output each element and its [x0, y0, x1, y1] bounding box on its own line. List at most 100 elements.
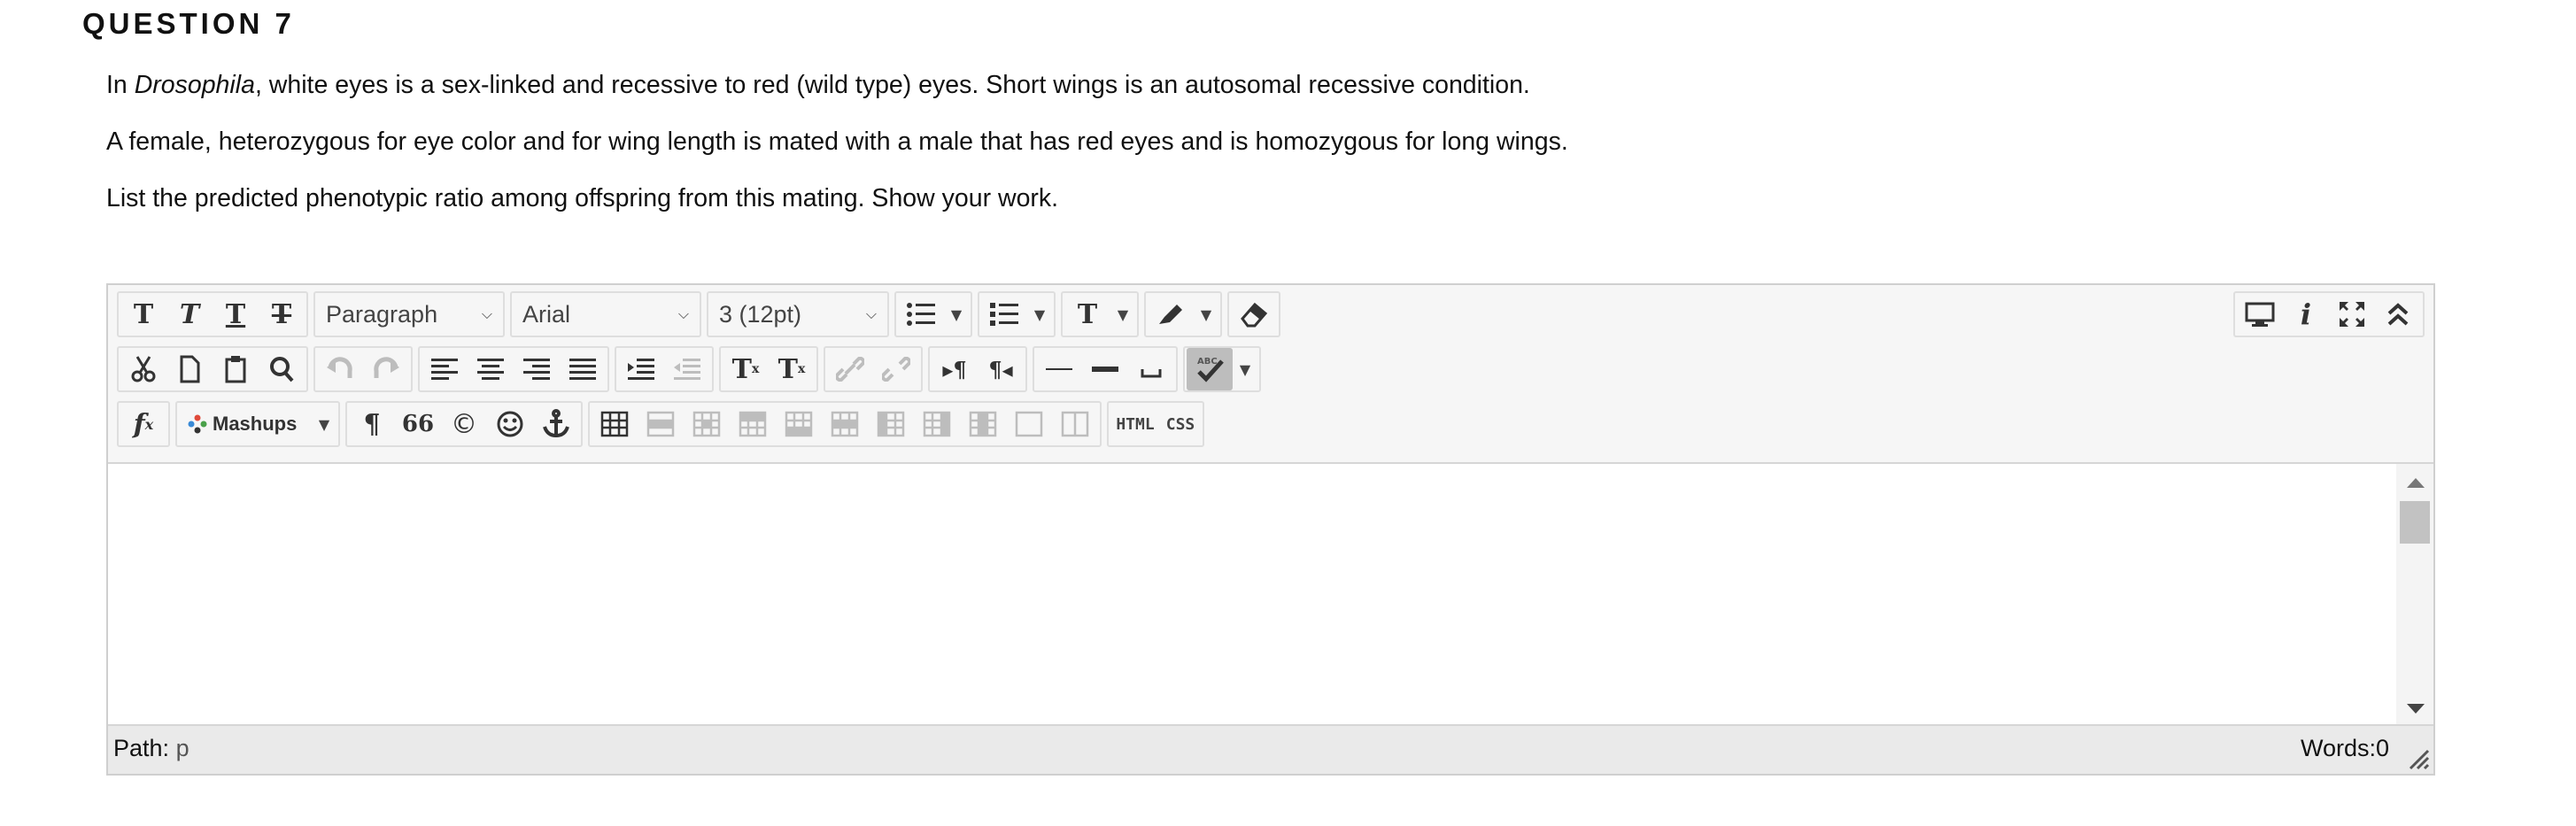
superscript-icon: T [731, 353, 752, 385]
nonbreaking-space-button[interactable] [1128, 348, 1174, 390]
split-cells-button[interactable] [1006, 403, 1052, 445]
numbered-list-options[interactable]: ▼ [1027, 293, 1052, 336]
copyright-icon: © [451, 408, 477, 440]
justify-button[interactable] [560, 348, 606, 390]
anchor-button[interactable] [533, 403, 579, 445]
css-button[interactable]: CSS [1160, 403, 1201, 445]
scroll-thumb[interactable] [2400, 501, 2430, 544]
remove-link-button[interactable] [873, 348, 919, 390]
table-row-props-button[interactable] [638, 403, 684, 445]
underline-button[interactable]: T [213, 293, 259, 336]
merge-cells-button[interactable] [1052, 403, 1098, 445]
numbered-list-button[interactable] [981, 293, 1027, 336]
path-label: Path: [113, 735, 170, 761]
caret-down-icon: ▼ [1239, 360, 1251, 378]
insert-row-before-button[interactable] [730, 403, 776, 445]
insert-row-after-icon [785, 411, 813, 437]
font-family-select[interactable]: Arial ⌵ [510, 291, 701, 337]
find-button[interactable] [259, 348, 305, 390]
align-left-button[interactable] [422, 348, 468, 390]
align-center-icon [477, 359, 504, 380]
thick-rule-button[interactable] [1082, 348, 1128, 390]
element-path: Path: p [113, 735, 190, 762]
align-justify-icon [569, 359, 596, 380]
italic-button[interactable]: T [166, 293, 213, 336]
resize-grip-icon[interactable] [2407, 747, 2430, 770]
superscript-button[interactable]: Tx [723, 348, 769, 390]
highlight-group: ▼ [1144, 291, 1222, 337]
math-editor-button[interactable]: fx [120, 403, 166, 445]
ltr-button[interactable]: ▸¶ [932, 348, 978, 390]
mashups-options[interactable]: ▼ [312, 403, 337, 445]
subscript-button[interactable]: Tx [769, 348, 815, 390]
spellcheck-group: ABC ▼ [1183, 346, 1261, 392]
font-size-select[interactable]: 3 (12pt) ⌵ [707, 291, 889, 337]
spellcheck-options[interactable]: ▼ [1233, 348, 1257, 390]
search-icon [270, 357, 294, 382]
paste-button[interactable] [213, 348, 259, 390]
info-icon: i [2300, 297, 2312, 331]
fullscreen-button[interactable] [2329, 293, 2375, 336]
highlight-button[interactable] [1148, 293, 1194, 336]
preview-button[interactable] [2237, 293, 2283, 336]
caret-down-icon: ▼ [1117, 305, 1129, 323]
editor-status-bar: Path: p Words:0 [108, 724, 2433, 774]
emoticon-button[interactable] [487, 403, 533, 445]
table-cell-props-button[interactable] [684, 403, 730, 445]
caret-down-icon: ▼ [950, 305, 963, 323]
insert-col-after-button[interactable] [914, 403, 960, 445]
insert-col-before-button[interactable] [868, 403, 914, 445]
vertical-scrollbar[interactable] [2396, 464, 2433, 728]
format-block-select[interactable]: Paragraph ⌵ [313, 291, 505, 337]
insert-table-button[interactable] [592, 403, 638, 445]
align-right-button[interactable] [514, 348, 560, 390]
rtl-button[interactable]: ¶◂ [978, 348, 1024, 390]
cut-button[interactable] [120, 348, 166, 390]
redo-button[interactable] [363, 348, 409, 390]
direction-group: ▸¶ ¶◂ [928, 346, 1027, 392]
strikethrough-icon: T [271, 298, 292, 330]
html-source-button[interactable]: HTML [1110, 403, 1160, 445]
bullet-list-button[interactable] [898, 293, 944, 336]
spellcheck-button[interactable]: ABC [1187, 348, 1233, 390]
text-style-group: T T T T [117, 291, 308, 337]
align-center-button[interactable] [468, 348, 514, 390]
insert-row-after-button[interactable] [776, 403, 822, 445]
scroll-up-arrow-icon[interactable] [2407, 478, 2425, 488]
delete-col-button[interactable] [960, 403, 1006, 445]
insert-link-button[interactable] [827, 348, 873, 390]
html-label: HTML [1116, 414, 1155, 434]
paragraph-mark-button[interactable]: ¶ [349, 403, 395, 445]
scroll-down-arrow-icon[interactable] [2407, 704, 2425, 714]
blockquote-button[interactable]: 66 [395, 403, 441, 445]
align-left-icon [431, 359, 458, 380]
info-button[interactable]: i [2283, 293, 2329, 336]
monitor-icon [2245, 302, 2275, 327]
bullet-list-options[interactable]: ▼ [944, 293, 969, 336]
collapse-toolbar-button[interactable] [2375, 293, 2421, 336]
numbered-list-icon [990, 303, 1018, 326]
editor-content-area[interactable] [108, 462, 2433, 728]
copy-button[interactable] [166, 348, 213, 390]
math-group: fx [117, 401, 170, 447]
strikethrough-button[interactable]: T [259, 293, 305, 336]
highlight-options[interactable]: ▼ [1194, 293, 1218, 336]
script-group: Tx Tx [719, 346, 818, 392]
clear-formatting-button[interactable] [1231, 293, 1277, 336]
alignment-group [418, 346, 609, 392]
rich-text-editor: T T T T Paragraph ⌵ Arial ⌵ 3 (12pt) ⌵ ▼ ▼ [106, 283, 2435, 776]
delete-row-button[interactable] [822, 403, 868, 445]
indent-button[interactable] [618, 348, 664, 390]
bold-button[interactable]: T [120, 293, 166, 336]
mashups-button[interactable]: Mashups [179, 403, 312, 445]
special-character-button[interactable]: © [441, 403, 487, 445]
text-color-options[interactable]: ▼ [1110, 293, 1135, 336]
path-value[interactable]: p [176, 735, 190, 761]
rule-group [1033, 346, 1178, 392]
horizontal-rule-button[interactable] [1036, 348, 1082, 390]
outdent-button[interactable] [664, 348, 710, 390]
undo-button[interactable] [317, 348, 363, 390]
text-color-group: T ▼ [1061, 291, 1139, 337]
format-block-value: Paragraph [326, 300, 438, 328]
text-color-button[interactable]: T [1064, 293, 1110, 336]
